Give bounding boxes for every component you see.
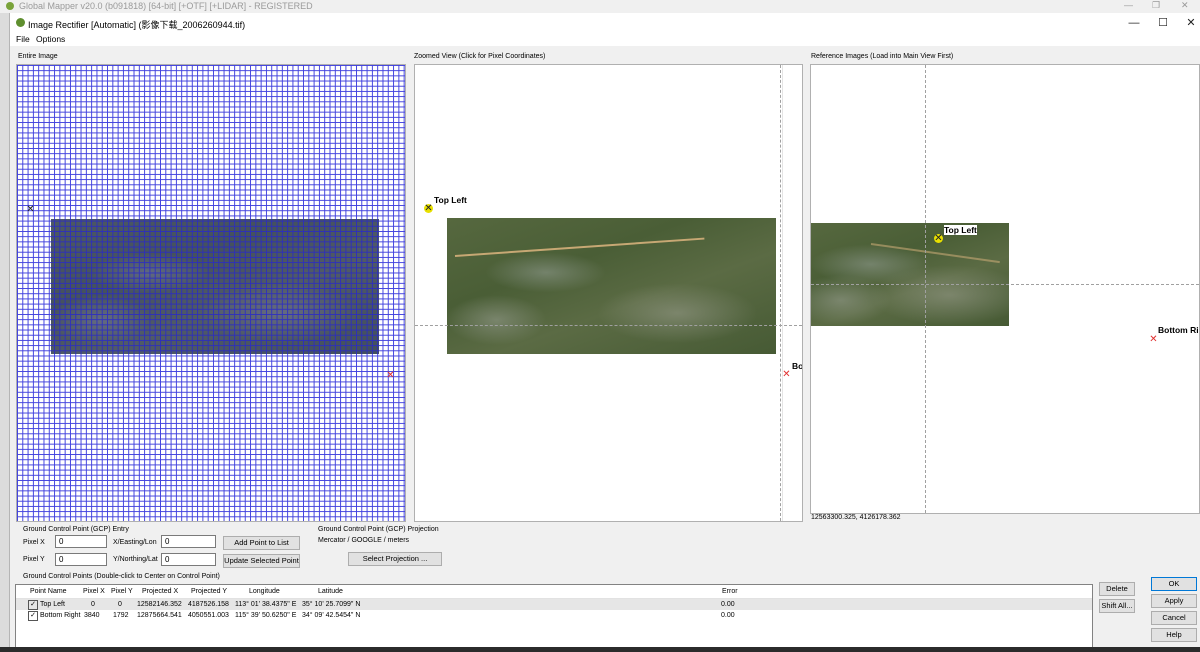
ok-button[interactable]: OK xyxy=(1151,577,1197,591)
cell-error: 0.00 xyxy=(721,612,735,619)
background-close-icon[interactable]: ✕ xyxy=(1181,0,1189,11)
pixel-x-input[interactable] xyxy=(55,535,107,548)
col-error[interactable]: Error xyxy=(722,588,738,595)
entire-image-label: Entire Image xyxy=(18,53,58,60)
zoomed-satellite-image xyxy=(447,218,776,354)
cell-point-name: Top Left xyxy=(40,601,65,608)
delete-button[interactable]: Delete xyxy=(1099,582,1135,596)
cell-pixel-y: 0 xyxy=(118,601,122,608)
taskbar-strip xyxy=(0,647,1200,652)
row-checkbox[interactable]: ✓ xyxy=(28,611,38,621)
bottom-right-marker-icon: ✕ xyxy=(386,370,395,381)
cell-latitude: 34° 09' 42.5454" N xyxy=(302,612,361,619)
easting-label: X/Easting/Lon xyxy=(113,539,157,546)
top-left-marker-icon: ✕ xyxy=(26,204,35,215)
zoomed-view-panel[interactable]: ✕ Top Left ✕ Bo xyxy=(414,64,803,522)
image-rectifier-dialog: Image Rectifier [Automatic] (影像下载_200626… xyxy=(9,13,1200,652)
cell-projected-x: 12875664.541 xyxy=(137,612,182,619)
cell-error: 0.00 xyxy=(721,601,735,608)
minimize-button[interactable]: — xyxy=(1122,16,1146,30)
select-projection-button[interactable]: Select Projection ... xyxy=(348,552,442,566)
col-projected-y[interactable]: Projected Y xyxy=(191,588,227,595)
easting-input[interactable] xyxy=(161,535,216,548)
cell-latitude: 35° 10' 25.7099" N xyxy=(302,601,361,608)
cell-longitude: 113° 01' 38.4375" E xyxy=(235,601,297,608)
col-projected-x[interactable]: Projected X xyxy=(142,588,178,595)
row-checkbox[interactable]: ✓ xyxy=(28,600,38,610)
help-button[interactable]: Help xyxy=(1151,628,1197,642)
northing-label: Y/Northing/Lat xyxy=(113,556,158,563)
zoomed-view-label: Zoomed View (Click for Pixel Coordinates… xyxy=(414,53,546,60)
pixel-x-label: Pixel X xyxy=(23,539,45,546)
dialog-title: Image Rectifier [Automatic] (影像下载_200626… xyxy=(28,20,246,30)
close-button[interactable]: ✕ xyxy=(1179,16,1200,30)
cell-pixel-x: 0 xyxy=(91,601,95,608)
pixel-y-label: Pixel Y xyxy=(23,556,45,563)
col-latitude[interactable]: Latitude xyxy=(318,588,343,595)
menu-options[interactable]: Options xyxy=(36,34,65,44)
menu-file[interactable]: File xyxy=(16,34,30,44)
maximize-button[interactable]: ☐ xyxy=(1151,16,1175,30)
entire-image-panel[interactable]: ✕ ✕ xyxy=(16,64,406,522)
cell-pixel-y: 1792 xyxy=(113,612,129,619)
zoomed-top-left-label: Top Left xyxy=(434,195,467,205)
gcp-projection-label: Ground Control Point (GCP) Projection xyxy=(318,526,439,533)
col-pixel-x[interactable]: Pixel X xyxy=(83,588,105,595)
cell-projected-y: 4050551.003 xyxy=(188,612,229,619)
cancel-button[interactable]: Cancel xyxy=(1151,611,1197,625)
background-window-title: Global Mapper v20.0 (b091818) [64-bit] [… xyxy=(19,1,313,11)
col-longitude[interactable]: Longitude xyxy=(249,588,280,595)
zoomed-bottom-right-marker-icon: ✕ xyxy=(782,369,791,380)
pixel-y-input[interactable] xyxy=(55,553,107,566)
background-minimize-icon[interactable]: — xyxy=(1124,0,1133,10)
reference-bottom-right-marker-icon: ✕ xyxy=(1149,334,1158,345)
cell-pixel-x: 3840 xyxy=(84,612,100,619)
background-window-titlebar: Global Mapper v20.0 (b091818) [64-bit] [… xyxy=(0,0,1200,13)
reference-images-label: Reference Images (Load into Main View Fi… xyxy=(811,53,954,60)
add-point-button[interactable]: Add Point to List xyxy=(223,536,300,550)
cell-projected-y: 4187526.158 xyxy=(188,601,229,608)
zoomed-crosshair-horizontal xyxy=(415,325,802,326)
apply-button[interactable]: Apply xyxy=(1151,594,1197,608)
reference-top-left-marker-icon: ✕ xyxy=(934,233,943,244)
shift-all-button[interactable]: Shift All... xyxy=(1099,599,1135,613)
zoomed-right-strip xyxy=(782,65,802,521)
background-restore-icon[interactable]: ❐ xyxy=(1152,0,1160,11)
globe-app-icon xyxy=(16,18,25,27)
update-point-button[interactable]: Update Selected Point xyxy=(223,554,300,568)
projection-value: Mercator / GOOGLE / meters xyxy=(318,537,410,544)
gcp-entry-label: Ground Control Point (GCP) Entry xyxy=(23,526,129,533)
col-pixel-y[interactable]: Pixel Y xyxy=(111,588,133,595)
reference-satellite-image xyxy=(811,223,1009,326)
gcp-list-label: Ground Control Points (Double-click to C… xyxy=(23,573,220,580)
zoomed-top-left-marker-icon: ✕ xyxy=(424,203,433,214)
menu-bar: File Options xyxy=(10,33,1200,46)
table-row[interactable]: ✓ Bottom Right 3840 1792 12875664.541 40… xyxy=(16,610,1092,621)
gcp-list-table[interactable]: Point Name Pixel X Pixel Y Projected X P… xyxy=(15,584,1093,648)
cell-projected-x: 12582146.352 xyxy=(137,601,182,608)
zoomed-crosshair-vertical xyxy=(780,65,781,521)
cell-longitude: 115° 39' 50.6250" E xyxy=(235,612,297,619)
col-point-name[interactable]: Point Name xyxy=(30,588,67,595)
dialog-titlebar: Image Rectifier [Automatic] (影像下载_200626… xyxy=(10,13,1200,33)
table-row[interactable]: ✓ Top Left 0 0 12582146.352 4187526.158 … xyxy=(16,599,1092,610)
reference-bottom-right-label: Bottom Ri xyxy=(1158,325,1199,335)
reference-coordinates-readout: 12563300.325, 4126178.362 xyxy=(811,514,901,521)
reference-crosshair-horizontal xyxy=(811,284,1199,285)
app-logo-icon xyxy=(6,2,14,10)
cell-point-name: Bottom Right xyxy=(40,612,81,619)
table-header-row: Point Name Pixel X Pixel Y Projected X P… xyxy=(16,585,1092,599)
zoomed-bottom-right-label: Bo xyxy=(792,361,803,371)
northing-input[interactable] xyxy=(161,553,216,566)
grid-tint-overlay xyxy=(51,219,379,354)
reference-crosshair-vertical xyxy=(925,65,926,513)
reference-top-left-label: Top Left xyxy=(944,225,977,235)
reference-images-panel[interactable]: ✕ Top Left ✕ Bottom Ri xyxy=(810,64,1200,514)
